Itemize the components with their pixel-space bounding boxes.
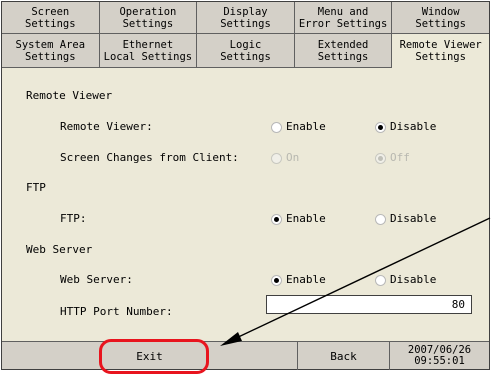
ftp-disable-radio[interactable]: [375, 214, 386, 225]
web-server-enable-radio[interactable]: [271, 275, 282, 286]
tab-screen-settings[interactable]: Screen Settings: [2, 2, 100, 34]
ftp-label: FTP:: [60, 212, 87, 225]
back-button[interactable]: Back: [298, 342, 389, 370]
http-port-input[interactable]: 80: [266, 295, 472, 314]
http-port-label: HTTP Port Number:: [60, 305, 173, 318]
web-server-label: Web Server:: [60, 273, 133, 286]
web-server-disable-label: Disable: [390, 273, 437, 286]
settings-panel: Screen Settings Operation Settings Display…: [1, 1, 490, 370]
bottom-bar: Exit Back 2007/06/26 09:55:01: [2, 342, 489, 370]
tab-remote-viewer-settings[interactable]: Remote Viewer Settings: [392, 34, 489, 68]
ftp-section-title: FTP: [26, 181, 46, 194]
tab-window-settings[interactable]: Window Settings: [392, 2, 489, 34]
remote-viewer-disable-label: Disable: [390, 120, 437, 133]
remote-viewer-section-title: Remote Viewer: [26, 89, 113, 102]
tab-row-1: Screen Settings Operation Settings Display…: [2, 2, 489, 34]
screen-changes-on-radio: [271, 153, 282, 164]
remote-viewer-label: Remote Viewer:: [60, 120, 153, 133]
date-time-display: 2007/06/26 09:55:01: [390, 342, 489, 370]
remote-viewer-enable-radio[interactable]: [271, 122, 282, 133]
tab-display-settings[interactable]: Display Settings: [197, 2, 295, 34]
tab-extended-settings[interactable]: Extended Settings: [294, 34, 393, 68]
screen-changes-on-label: On: [286, 151, 300, 164]
remote-viewer-disable-radio[interactable]: [375, 122, 386, 133]
screen-changes-off-radio: [375, 153, 386, 164]
ftp-disable-label: Disable: [390, 212, 437, 225]
tab-logic-settings[interactable]: Logic Settings: [197, 34, 295, 68]
ftp-enable-label: Enable: [286, 212, 326, 225]
web-server-enable-label: Enable: [286, 273, 326, 286]
tab-ethernet-local-settings[interactable]: Ethernet Local Settings: [99, 34, 198, 68]
exit-button[interactable]: Exit: [2, 342, 297, 370]
web-server-disable-radio[interactable]: [375, 275, 386, 286]
tab-operation-settings[interactable]: Operation Settings: [99, 2, 198, 34]
tab-row-2: System Area Settings Ethernet Local Settin…: [2, 34, 489, 68]
time-text: 09:55:01: [414, 355, 465, 367]
web-server-section-title: Web Server: [26, 243, 93, 256]
tab-system-area-settings[interactable]: System Area Settings: [2, 34, 100, 68]
screen-changes-off-label: Off: [390, 151, 410, 164]
ftp-enable-radio[interactable]: [271, 214, 282, 225]
remote-viewer-enable-label: Enable: [286, 120, 326, 133]
tab-menu-error-settings[interactable]: Menu and Error Settings: [294, 2, 393, 34]
screen-changes-label: Screen Changes from Client:: [60, 151, 239, 164]
